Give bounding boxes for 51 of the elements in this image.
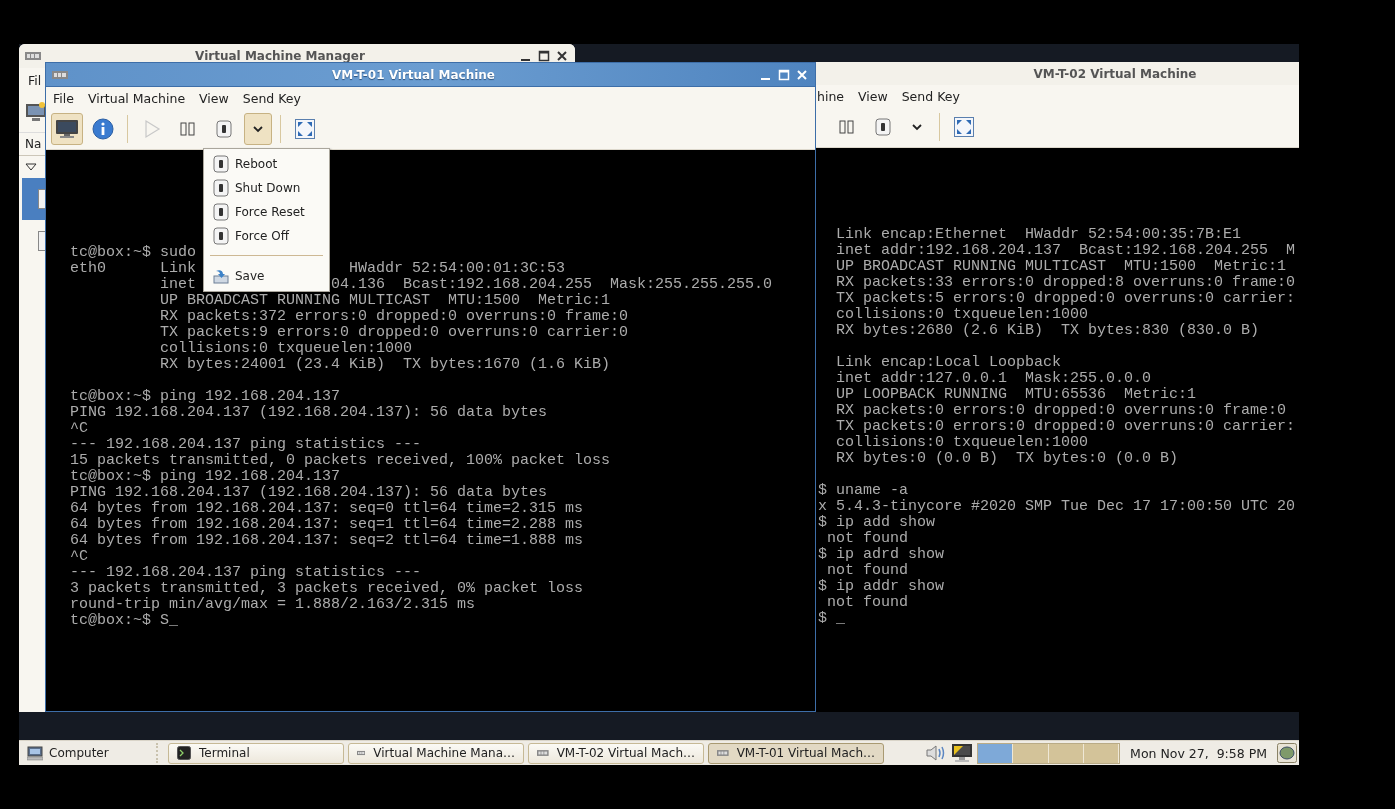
terminal-line: 3 packets transmitted, 3 packets received, 0% packet loss	[70, 581, 584, 597]
terminal-line: $ _	[818, 611, 845, 627]
terminal-line: tc@box:~$ S_	[70, 613, 179, 629]
terminal-line: 64 bytes from 192.168.204.137: seq=0 ttl=64 time=2.315 ms	[70, 501, 584, 517]
terminal-line: $ ip addr show	[818, 579, 945, 595]
terminal-line: UP BROADCAST RUNNING MULTICAST MTU:1500 Metric:1	[160, 293, 611, 309]
terminal-line: TX packets:5 errors:0 dropped:0 overruns:0 carrier:	[836, 291, 1296, 307]
window-title: VM-T-02 Virtual Machine	[1033, 66, 1197, 81]
terminal-line: not found	[827, 563, 908, 579]
terminal-line: RX bytes:24001 (23.4 KiB) TX bytes:1670 (1.6 KiB)	[160, 357, 611, 373]
terminal-line: not found	[827, 595, 908, 611]
terminal-line: 64 bytes from 192.168.204.137: seq=1 ttl=64 time=2.288 ms	[70, 517, 584, 533]
terminal-line: $ uname -a	[818, 483, 908, 499]
terminal-line: HWaddr 52:54:00:01:3C:53	[349, 261, 566, 277]
terminal-line: --- 192.168.204.137 ping statistics ---	[70, 565, 422, 581]
terminal-line: tc@box:~$ ping 192.168.204.137	[70, 389, 341, 405]
terminal-line: RX packets:33 errors:0 dropped:8 overruns:0 frame:0	[836, 275, 1296, 291]
terminal-line: inet addr:192.168.204.137 Bcast:192.168.204.255 M	[836, 243, 1296, 259]
terminal-line: tc@box:~$ ping 192.168.204.137	[70, 469, 341, 485]
terminal-line: eth0 Link	[70, 261, 197, 277]
terminal-line: 64 bytes from 192.168.204.137: seq=2 ttl=64 time=1.888 ms	[70, 533, 584, 549]
terminal-line: --- 192.168.204.137 ping statistics ---	[70, 437, 422, 453]
terminal-line: PING 192.168.204.137 (192.168.204.137): 56 data bytes	[70, 405, 548, 421]
terminal-line: TX packets:0 errors:0 dropped:0 overruns:0 carrier:	[836, 419, 1296, 435]
terminal-line: tc@box:~$ sudo	[70, 245, 197, 261]
terminal-line: RX packets:0 errors:0 dropped:0 overruns:0 frame:0	[836, 403, 1287, 419]
terminal-line: RX bytes:0 (0.0 B) TX bytes:0 (0.0 B)	[836, 451, 1179, 467]
window-title: Virtual Machine Manager	[195, 49, 365, 63]
terminal-line: 15 packets transmitted, 0 packets received, 100% packet loss	[70, 453, 611, 469]
terminal-line: TX packets:9 errors:0 dropped:0 overruns:0 carrier:0	[160, 325, 629, 341]
terminal-line: x 5.4.3-tinycore #2020 SMP Tue Dec 17 17:00:50 UTC 20	[818, 499, 1296, 515]
terminal-line: UP BROADCAST RUNNING MULTICAST MTU:1500 Metric:1	[836, 259, 1287, 275]
terminal-line: collisions:0 txqueuelen:1000	[836, 307, 1089, 323]
terminal-line: UP LOOPBACK RUNNING MTU:65536 Metric:1	[836, 387, 1197, 403]
terminal-line: 04.136 Bcast:192.168.204.255 Mask:255.255.255.0	[331, 277, 773, 293]
terminal-line: inet addr:127.0.0.1 Mask:255.0.0.0	[836, 371, 1152, 387]
window-title: VM-T-01 Virtual Machine	[332, 67, 495, 82]
terminal-line: inet	[160, 277, 196, 293]
terminal-line: round-trip min/avg/max = 1.888/2.163/2.315 ms	[70, 597, 476, 613]
terminal-line: not found	[827, 531, 908, 547]
terminal-line: ^C	[70, 421, 88, 437]
terminal-line: Link encap:Local Loopback	[836, 355, 1062, 371]
terminal-line: RX bytes:2680 (2.6 KiB) TX bytes:830 (830.0 B)	[836, 323, 1260, 339]
terminal-line: $ ip add show	[818, 515, 936, 531]
terminal-line: RX packets:372 errors:0 dropped:0 overruns:0 frame:0	[160, 309, 629, 325]
terminal-line: $ ip adrd show	[818, 547, 945, 563]
terminal-line: collisions:0 txqueuelen:1000	[836, 435, 1089, 451]
terminal-line: collisions:0 txqueuelen:1000	[160, 341, 413, 357]
terminal-line: Link encap:Ethernet HWaddr 52:54:00:35:7B:E1	[836, 227, 1242, 243]
terminal-line: ^C	[70, 549, 88, 565]
terminal-line: PING 192.168.204.137 (192.168.204.137): 56 data bytes	[70, 485, 548, 501]
